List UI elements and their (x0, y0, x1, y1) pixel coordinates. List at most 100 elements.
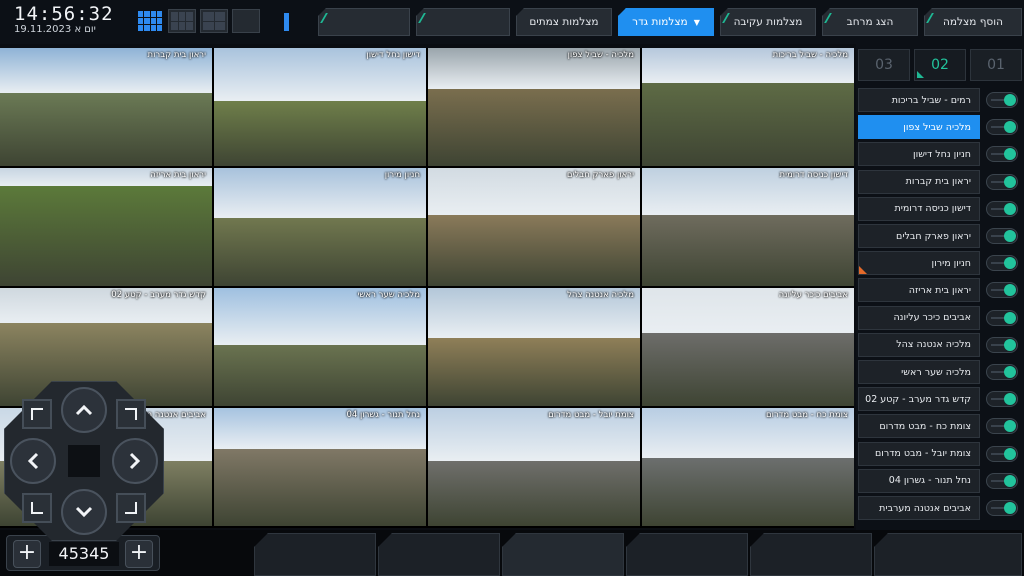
camera-toggle[interactable] (986, 228, 1018, 244)
top-tab-tracking-cameras[interactable]: מצלמות עקיבה (720, 8, 816, 36)
camera-toggle[interactable] (986, 119, 1018, 136)
toggle-knob (1004, 474, 1016, 487)
bottom-tab-6[interactable] (874, 533, 1022, 576)
camera-feed[interactable]: צומת יובל - מבט מדרום (428, 408, 640, 526)
pan-down-left-button[interactable] (22, 493, 52, 523)
camera-toggle[interactable] (986, 255, 1018, 272)
camera-toggle[interactable] (986, 472, 1018, 489)
camera-toggle[interactable] (986, 500, 1018, 516)
camera-list-item[interactable]: צומת כח - מבט מדרום (858, 414, 980, 439)
feed-ground (214, 217, 426, 286)
toggle-knob (1004, 148, 1016, 161)
camera-list-item[interactable]: צומת יובל - מבט מדרום (858, 441, 980, 466)
zoom-plus-button[interactable]: + (125, 540, 153, 568)
page-button-01[interactable]: 01 (970, 49, 1022, 81)
camera-feed-label: צומת יובל - מבט מדרום (548, 410, 634, 420)
bottom-tab-2[interactable] (378, 533, 500, 576)
top-tab-show-area[interactable]: הצג מרחב (822, 8, 918, 36)
camera-toggle[interactable] (986, 282, 1018, 299)
pan-up-button[interactable] (61, 387, 107, 433)
pan-left-button[interactable] (10, 438, 56, 484)
camera-toggle[interactable] (986, 200, 1018, 217)
top-bar: 14:56:32 19.11.2023 יום א מצלמות צמתים מ… (0, 0, 1024, 44)
camera-list-item[interactable]: יראון פארק חבלים (858, 224, 980, 248)
camera-feed[interactable]: מלכיה שער ראשי (214, 288, 426, 406)
pan-up-right-button[interactable] (116, 399, 146, 429)
layout-4x4-button[interactable] (136, 9, 164, 33)
tab-label: הצג מרחב (846, 16, 894, 28)
camera-list-item[interactable]: מלכיה שביל צפון (858, 115, 980, 140)
feed-ground (428, 89, 640, 166)
top-tab-empty-1[interactable] (318, 8, 410, 36)
corner-down-right-icon (125, 502, 137, 514)
top-tab-empty-2[interactable] (416, 8, 510, 36)
bottom-tab-5[interactable] (750, 533, 872, 576)
toggle-track (991, 425, 1005, 428)
camera-toggle[interactable] (986, 445, 1018, 462)
camera-feed-label: דישון נחל דישון (366, 50, 420, 60)
camera-list-item[interactable]: חניון מירון (858, 251, 980, 276)
layout-single-button[interactable] (232, 9, 260, 33)
bottom-tab-3[interactable] (502, 533, 624, 576)
camera-feed[interactable]: מלכיה - שביל צפון (428, 48, 640, 166)
feed-ground (642, 83, 854, 166)
camera-list-item[interactable]: אביבים כיכר עליונה (858, 305, 980, 330)
feed-ground (428, 215, 640, 286)
top-tab-junction-cameras[interactable]: מצלמות צמתים (516, 8, 612, 36)
feed-ground (428, 461, 640, 526)
camera-feed[interactable]: דישון נחל דישון (214, 48, 426, 166)
camera-feed[interactable]: צומת כח - מבט מדרום (642, 408, 854, 526)
toggle-track (991, 126, 1005, 129)
pan-down-button[interactable] (61, 489, 107, 535)
feed-ground (0, 92, 212, 166)
camera-feed[interactable]: חניון מירון (214, 168, 426, 286)
page-button-02[interactable]: 02 (914, 49, 966, 81)
camera-toggle[interactable] (986, 364, 1018, 380)
camera-list-item[interactable]: רמים - שביל בריכות (858, 88, 980, 112)
camera-toggle[interactable] (986, 391, 1018, 408)
camera-list-item[interactable]: מלכיה אנטנה צהל (858, 332, 980, 357)
bottom-tab-4[interactable] (626, 533, 748, 576)
camera-feed[interactable]: מלכיה אנטנה צהל (428, 288, 640, 406)
feed-ground (0, 185, 212, 286)
top-tab-add-camera[interactable]: הוסף מצלמה (924, 8, 1022, 36)
toggle-track (991, 289, 1005, 292)
camera-toggle[interactable] (986, 309, 1018, 326)
camera-list-item[interactable]: דישון כניסה דרומית (858, 196, 980, 221)
camera-feed[interactable]: אביבים כיכר עליונה (642, 288, 854, 406)
camera-feed[interactable]: נחל תנור - גשרון 04 (214, 408, 426, 526)
camera-feed[interactable]: יראון בית קברות (0, 48, 212, 166)
camera-feed-label: חניון מירון (384, 170, 420, 180)
layout-side-button[interactable] (264, 9, 292, 33)
camera-list-item[interactable]: חניון נחל דישון (858, 142, 980, 167)
camera-feed[interactable]: יראון פארק חבלים (428, 168, 640, 286)
bottom-tab-1[interactable] (254, 533, 376, 576)
camera-feed[interactable]: דישון כניסה דרומית (642, 168, 854, 286)
clock: 14:56:32 19.11.2023 יום א (14, 3, 118, 35)
top-tab-fence-cameras[interactable]: מצלמות גדר ▼ (618, 8, 714, 36)
camera-feed-label: אביבים כיכר עליונה (778, 290, 848, 300)
layout-2x2-button[interactable] (200, 9, 228, 33)
zoom-minus-button[interactable]: + (13, 540, 41, 568)
clock-date: 19.11.2023 יום א (14, 24, 96, 35)
camera-feed[interactable]: יראון בית אריזה (0, 168, 212, 286)
camera-list-item[interactable]: קדש גדר מערב - קטע 02 (858, 387, 980, 412)
camera-toggle[interactable] (986, 336, 1018, 353)
page-button-03[interactable]: 03 (858, 49, 910, 81)
camera-toggle[interactable] (986, 418, 1018, 435)
camera-toggle[interactable] (986, 146, 1018, 163)
camera-list-item[interactable]: יראון בית קברות (858, 169, 980, 194)
camera-list-item[interactable]: מלכיה שער ראשי (858, 360, 980, 384)
pan-right-button[interactable] (112, 438, 158, 484)
camera-toggle[interactable] (986, 92, 1018, 108)
camera-toggle[interactable] (986, 173, 1018, 190)
camera-list-item[interactable]: נחל תנור - גשרון 04 (858, 468, 980, 493)
camera-feed[interactable]: מלכיה - שביל בריכות (642, 48, 854, 166)
pan-down-right-button[interactable] (116, 493, 146, 523)
corner-up-right-icon (125, 408, 137, 420)
layout-3x3-button[interactable] (168, 9, 196, 33)
pan-up-left-button[interactable] (22, 399, 52, 429)
camera-list-item[interactable]: יראון בית אריזה (858, 278, 980, 303)
toggle-track (991, 343, 1005, 346)
camera-list-item[interactable]: אביבים אנטנה מערבית (858, 496, 980, 520)
